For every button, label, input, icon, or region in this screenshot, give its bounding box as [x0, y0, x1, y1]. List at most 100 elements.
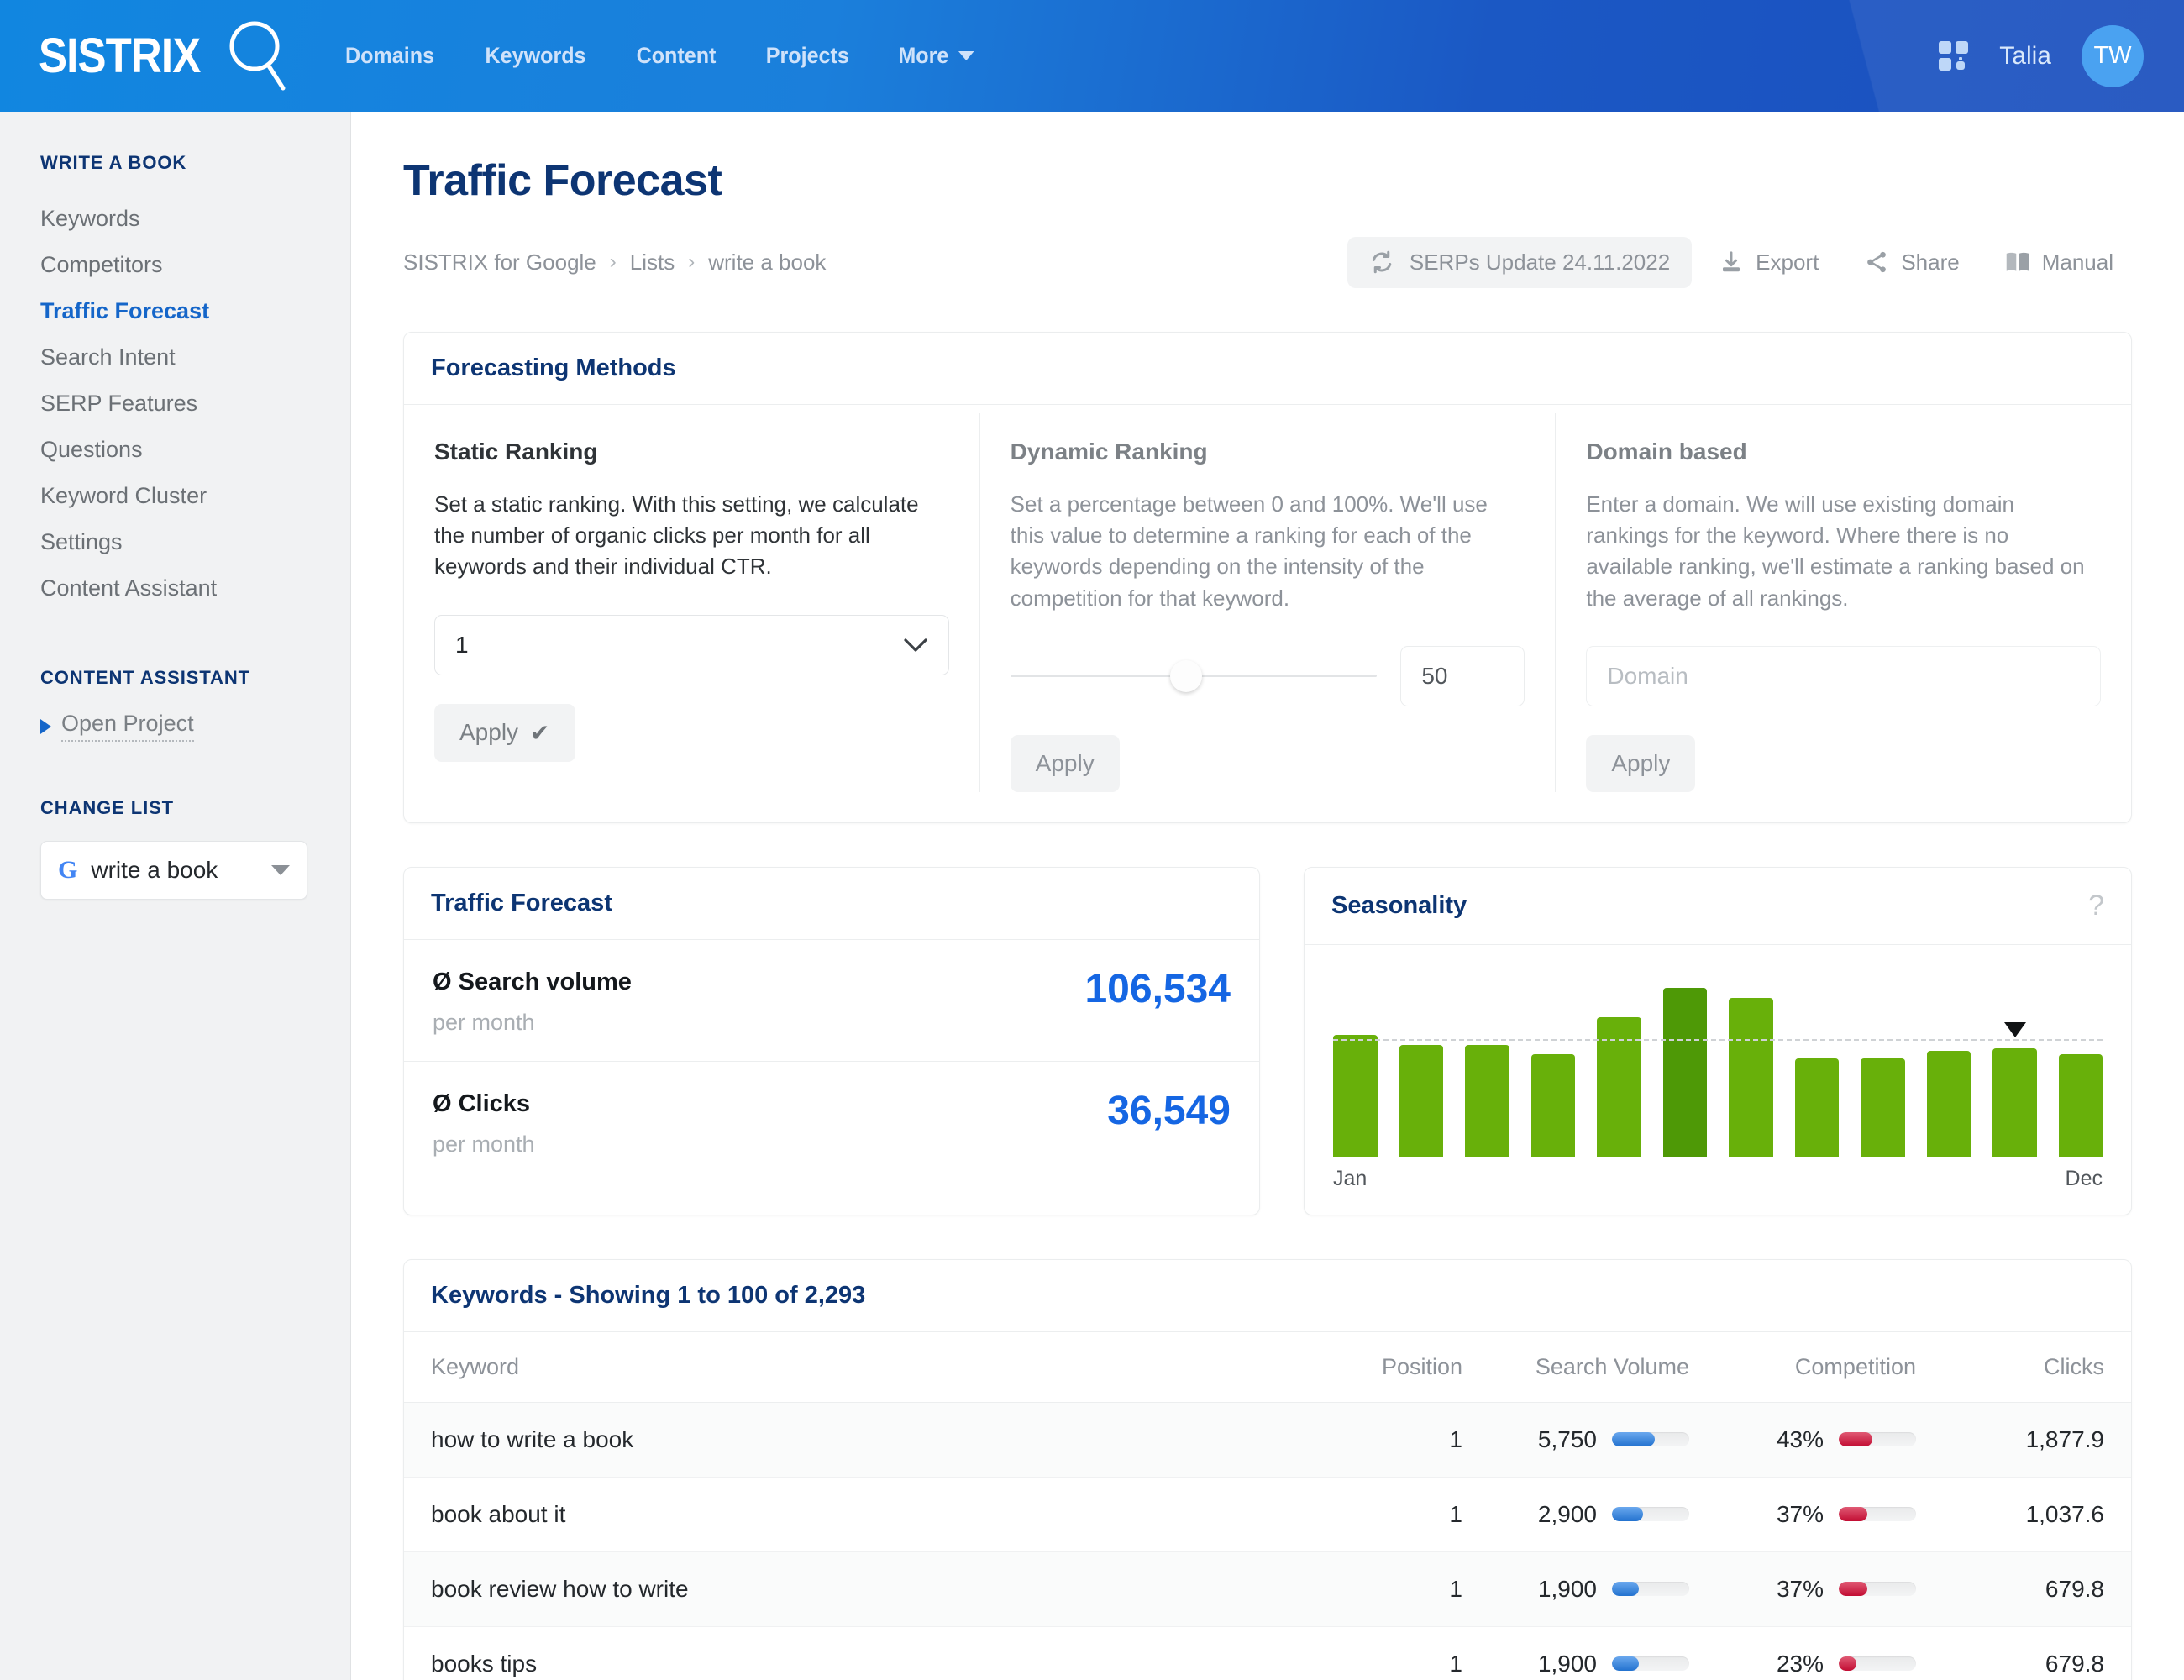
competition-bar [1839, 1432, 1916, 1447]
chevron-down-icon [904, 638, 927, 652]
cell-search-volume: 1,900 [1484, 1551, 1711, 1627]
dynamic-ranking-controls: 50 [1010, 645, 1525, 706]
seasonality-bar-dec[interactable] [2058, 1053, 2103, 1157]
export-label: Export [1756, 249, 1819, 275]
forecasting-methods-body: Static Ranking Set a static ranking. Wit… [404, 405, 2131, 822]
chevron-down-icon [958, 51, 974, 60]
seasonality-bar-mar[interactable] [1465, 1045, 1509, 1157]
manual-button[interactable]: Manual [1987, 237, 2132, 288]
static-ranking-controls: 1 [434, 614, 949, 675]
table-header-row: Keyword Position Search Volume Competiti… [404, 1331, 2131, 1403]
keywords-table-title: Keywords - Showing 1 to 100 of 2,293 [431, 1281, 866, 1309]
forecasting-methods-title: Forecasting Methods [431, 354, 676, 381]
table-row[interactable]: book about it 1 2,900 37% 1,037.6 [404, 1477, 2131, 1552]
sidebar-item-content-assistant[interactable]: Content Assistant [40, 565, 350, 612]
breadcrumb-separator: › [609, 250, 617, 273]
col-header-clicks[interactable]: Clicks [1938, 1331, 2131, 1403]
google-icon: G [58, 856, 78, 884]
sidebar-item-keyword-cluster[interactable]: Keyword Cluster [40, 473, 350, 519]
cell-keyword[interactable]: how to write a book [404, 1402, 1341, 1478]
user-name[interactable]: Talia [1999, 42, 2051, 71]
keywords-table-header: Keywords - Showing 1 to 100 of 2,293 [404, 1260, 2131, 1332]
seasonality-bar-aug[interactable] [1794, 1058, 1839, 1157]
cell-keyword[interactable]: book review how to write [404, 1551, 1341, 1627]
sidebar: WRITE A BOOK Keywords Competitors Traffi… [0, 112, 351, 1680]
traffic-forecast-title: Traffic Forecast [431, 889, 612, 916]
sistrix-logo[interactable]: SISTRIX [39, 18, 290, 95]
export-button[interactable]: Export [1700, 237, 1837, 288]
breadcrumb-separator-2: › [688, 250, 696, 273]
stat-clicks: Ø Clicks per month 36,549 [404, 1062, 1259, 1183]
apps-grid-icon[interactable] [1939, 40, 1969, 71]
seasonality-bar-nov[interactable] [1992, 1047, 2037, 1157]
serps-update-button[interactable]: SERPs Update 24.11.2022 [1347, 236, 1693, 288]
sidebar-item-settings[interactable]: Settings [40, 519, 350, 565]
dynamic-ranking-apply-button[interactable]: Apply [1010, 734, 1120, 792]
seasonality-header: Seasonality ? [1305, 868, 2131, 945]
seasonality-bar-sep[interactable] [1861, 1058, 1905, 1157]
serps-update-label: SERPs Update 24.11.2022 [1409, 249, 1671, 275]
seasonality-bar-jan[interactable] [1333, 1034, 1378, 1157]
sidebar-item-competitors[interactable]: Competitors [40, 242, 350, 288]
domain-input[interactable]: Domain [1586, 645, 2102, 706]
cell-keyword[interactable]: books tips [404, 1626, 1341, 1680]
cell-keyword[interactable]: book about it [404, 1477, 1341, 1552]
stat-search-volume-sub: per month [433, 1009, 535, 1035]
col-header-competition[interactable]: Competition [1711, 1331, 1938, 1403]
download-icon [1723, 251, 1740, 272]
table-row[interactable]: books tips 1 1,900 23% 679.8 [404, 1626, 2131, 1680]
seasonality-bar-oct[interactable] [1926, 1051, 1971, 1157]
table-row[interactable]: book review how to write 1 1,900 37% 679.8 [404, 1551, 2131, 1627]
table-row[interactable]: how to write a book 1 5,750 43% 1,877.9 [404, 1402, 2131, 1478]
sidebar-item-serp-features[interactable]: SERP Features [40, 381, 350, 427]
traffic-forecast-card: Traffic Forecast Ø Search volume per mon… [403, 866, 1260, 1215]
stat-search-volume-label: Ø Search volume [433, 968, 632, 995]
nav-item-keywords[interactable]: Keywords [485, 43, 585, 69]
cell-search-volume: 5,750 [1484, 1402, 1711, 1478]
sidebar-item-questions[interactable]: Questions [40, 427, 350, 473]
nav-item-domains[interactable]: Domains [345, 43, 434, 69]
seasonality-bar-may[interactable] [1597, 1017, 1641, 1157]
sidebar-item-keywords[interactable]: Keywords [40, 196, 350, 242]
seasonality-bar-apr[interactable] [1530, 1053, 1575, 1157]
seasonality-bar-feb[interactable] [1399, 1045, 1443, 1157]
cell-search-volume: 1,900 [1484, 1626, 1711, 1680]
dynamic-ranking-slider[interactable] [1010, 659, 1378, 694]
logo-text: SISTRIX [39, 29, 201, 83]
nav-item-content[interactable]: Content [636, 43, 716, 69]
sidebar-item-search-intent[interactable]: Search Intent [40, 334, 350, 381]
col-header-position[interactable]: Position [1341, 1331, 1484, 1403]
cell-competition: 37% [1711, 1551, 1938, 1627]
competition-value: 43% [1776, 1425, 1824, 1452]
breadcrumb-item-sistrix-for-google[interactable]: SISTRIX for Google [403, 249, 596, 276]
stat-search-volume: Ø Search volume per month 106,534 [404, 940, 1259, 1062]
static-ranking-select[interactable]: 1 [434, 614, 949, 675]
help-icon[interactable]: ? [2088, 890, 2104, 922]
change-list-select[interactable]: G write a book [40, 841, 307, 900]
dynamic-ranking-value-input[interactable]: 50 [1400, 645, 1525, 706]
seasonality-bar-jul[interactable] [1729, 998, 1773, 1157]
nav-item-projects[interactable]: Projects [765, 43, 848, 69]
col-header-keyword[interactable]: Keyword [404, 1331, 1341, 1403]
sidebar-item-open-project[interactable]: Open Project [40, 711, 350, 742]
dynamic-ranking-apply-label: Apply [1035, 749, 1095, 776]
seasonality-bar-jun[interactable] [1662, 988, 1707, 1157]
slider-thumb[interactable] [1170, 659, 1203, 692]
search-volume-value: 5,750 [1537, 1425, 1597, 1452]
search-volume-bar [1612, 1432, 1689, 1447]
share-button[interactable]: Share [1845, 237, 1977, 288]
sidebar-item-traffic-forecast[interactable]: Traffic Forecast [40, 288, 350, 334]
book-icon [2006, 252, 2029, 271]
sidebar-section-title-change-list: CHANGE LIST [40, 797, 175, 818]
static-ranking-apply-button[interactable]: Apply ✔ [434, 703, 575, 762]
domain-based-title: Domain based [1586, 438, 1747, 465]
domain-based-apply-button[interactable]: Apply [1586, 734, 1696, 792]
share-icon [1867, 251, 1887, 273]
nav-item-more[interactable]: More [899, 43, 974, 69]
breadcrumb-toolbar-row: SISTRIX for Google › Lists › write a boo… [403, 236, 2132, 288]
axis-label-jan: Jan [1333, 1166, 1368, 1190]
breadcrumb-item-lists[interactable]: Lists [630, 249, 675, 276]
col-header-search-volume[interactable]: Search Volume [1484, 1331, 1711, 1403]
avatar[interactable]: TW [2082, 24, 2144, 87]
